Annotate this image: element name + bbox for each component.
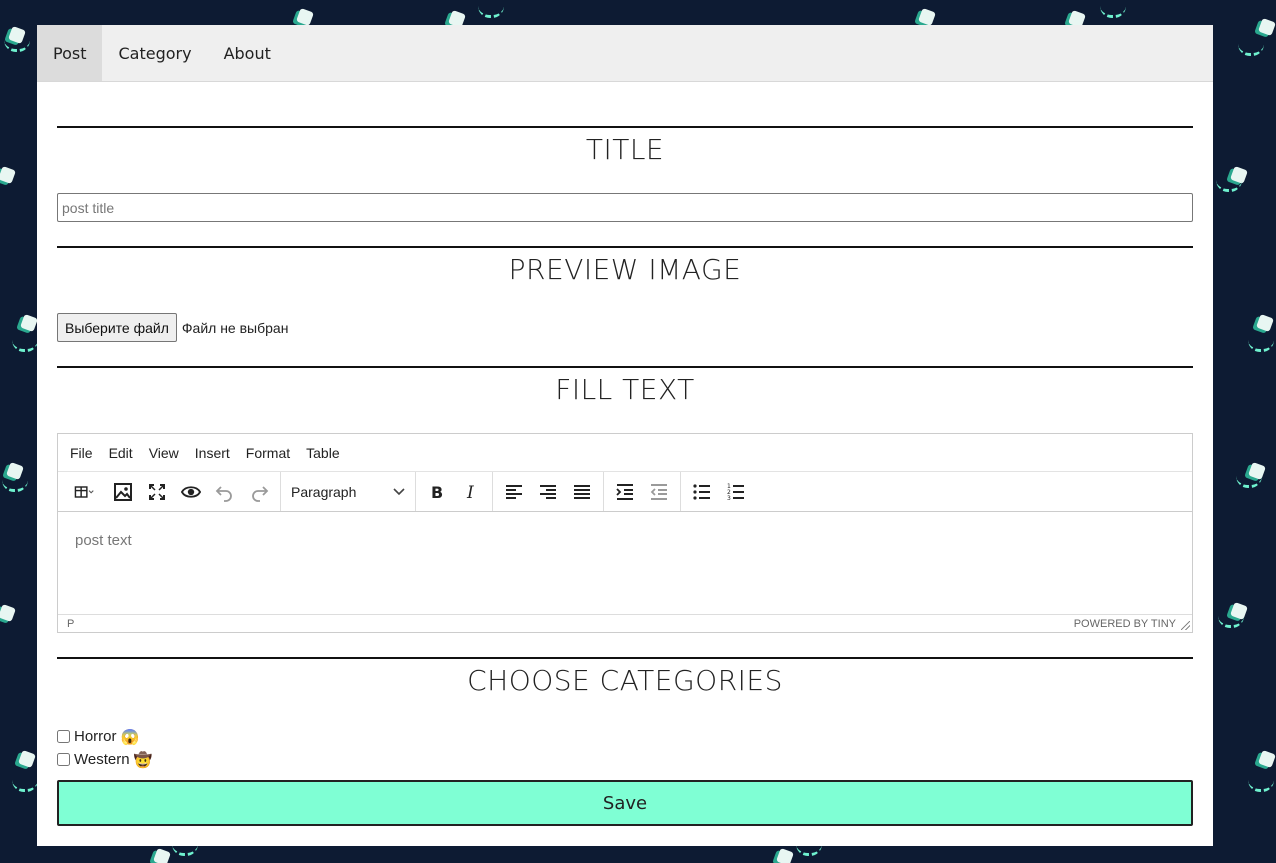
divider — [57, 366, 1193, 368]
chevron-down-icon — [393, 487, 405, 495]
menu-insert[interactable]: Insert — [187, 445, 238, 461]
redo-icon[interactable] — [242, 476, 276, 508]
editor-statusbar: P POWERED BY TINY — [58, 614, 1192, 632]
nav-about[interactable]: About — [208, 25, 287, 81]
file-status: Файл не выбран — [181, 319, 289, 336]
undo-icon[interactable] — [208, 476, 242, 508]
category-label: Western — [74, 751, 130, 768]
menu-file[interactable]: File — [62, 445, 101, 461]
indent-icon[interactable] — [608, 476, 642, 508]
preview-icon[interactable] — [174, 476, 208, 508]
svg-text:B: B — [431, 483, 443, 502]
editor-menubar: File Edit View Insert Format Table — [58, 434, 1192, 472]
block-format-select[interactable]: Paragraph — [283, 476, 413, 508]
title-heading: TITLE — [585, 133, 665, 166]
rich-text-editor: File Edit View Insert Format Table Parag… — [57, 433, 1193, 633]
align-justify-icon[interactable] — [565, 476, 599, 508]
category-emoji: 😱 — [120, 728, 140, 746]
post-title-input[interactable] — [57, 193, 1193, 222]
menu-edit[interactable]: Edit — [101, 445, 141, 461]
element-path[interactable]: P — [67, 618, 74, 630]
nav-post[interactable]: Post — [37, 25, 103, 81]
horror-checkbox[interactable] — [57, 730, 70, 743]
divider — [57, 126, 1193, 128]
category-item-western[interactable]: Western 🤠 — [57, 748, 152, 771]
italic-icon[interactable]: I — [454, 476, 488, 508]
resize-handle-icon[interactable] — [1181, 621, 1190, 630]
post-text-area[interactable]: post text — [58, 512, 1192, 614]
numbered-list-icon[interactable]: 123 — [719, 476, 753, 508]
nav-category[interactable]: Category — [102, 25, 207, 81]
align-left-icon[interactable] — [497, 476, 531, 508]
choose-file-button[interactable]: Выберите файл — [57, 313, 177, 342]
western-checkbox[interactable] — [57, 753, 70, 766]
menu-view[interactable]: View — [141, 445, 187, 461]
category-list: Horror 😱 Western 🤠 — [57, 725, 152, 771]
outdent-icon[interactable] — [642, 476, 676, 508]
align-right-icon[interactable] — [531, 476, 565, 508]
bold-icon[interactable]: B — [420, 476, 454, 508]
menu-format[interactable]: Format — [238, 445, 298, 461]
svg-text:I: I — [466, 483, 474, 502]
category-item-horror[interactable]: Horror 😱 — [57, 725, 152, 748]
post-editor-card: Post Category About TITLE PREVIEW IMAGE … — [37, 25, 1213, 846]
category-label: Horror — [74, 728, 117, 745]
fullscreen-icon[interactable] — [140, 476, 174, 508]
divider — [57, 657, 1193, 659]
powered-by-link[interactable]: POWERED BY TINY — [1074, 618, 1176, 630]
choose-categories-heading: CHOOSE CATEGORIES — [467, 664, 783, 697]
table-icon[interactable] — [62, 476, 106, 508]
category-emoji: 🤠 — [133, 751, 153, 769]
fill-text-heading: FILL TEXT — [555, 373, 695, 406]
top-nav: Post Category About — [37, 25, 1213, 82]
menu-table[interactable]: Table — [298, 445, 347, 461]
image-icon[interactable] — [106, 476, 140, 508]
preview-image-heading: PREVIEW IMAGE — [508, 253, 742, 286]
file-picker: Выберите файл Файл не выбран — [57, 313, 288, 342]
bullet-list-icon[interactable] — [685, 476, 719, 508]
editor-toolbar: Paragraph B I 1 2 3 — [58, 472, 1192, 512]
svg-text:3: 3 — [727, 495, 731, 502]
block-format-value: Paragraph — [291, 483, 357, 500]
divider — [57, 246, 1193, 248]
save-button[interactable]: Save — [57, 780, 1193, 826]
